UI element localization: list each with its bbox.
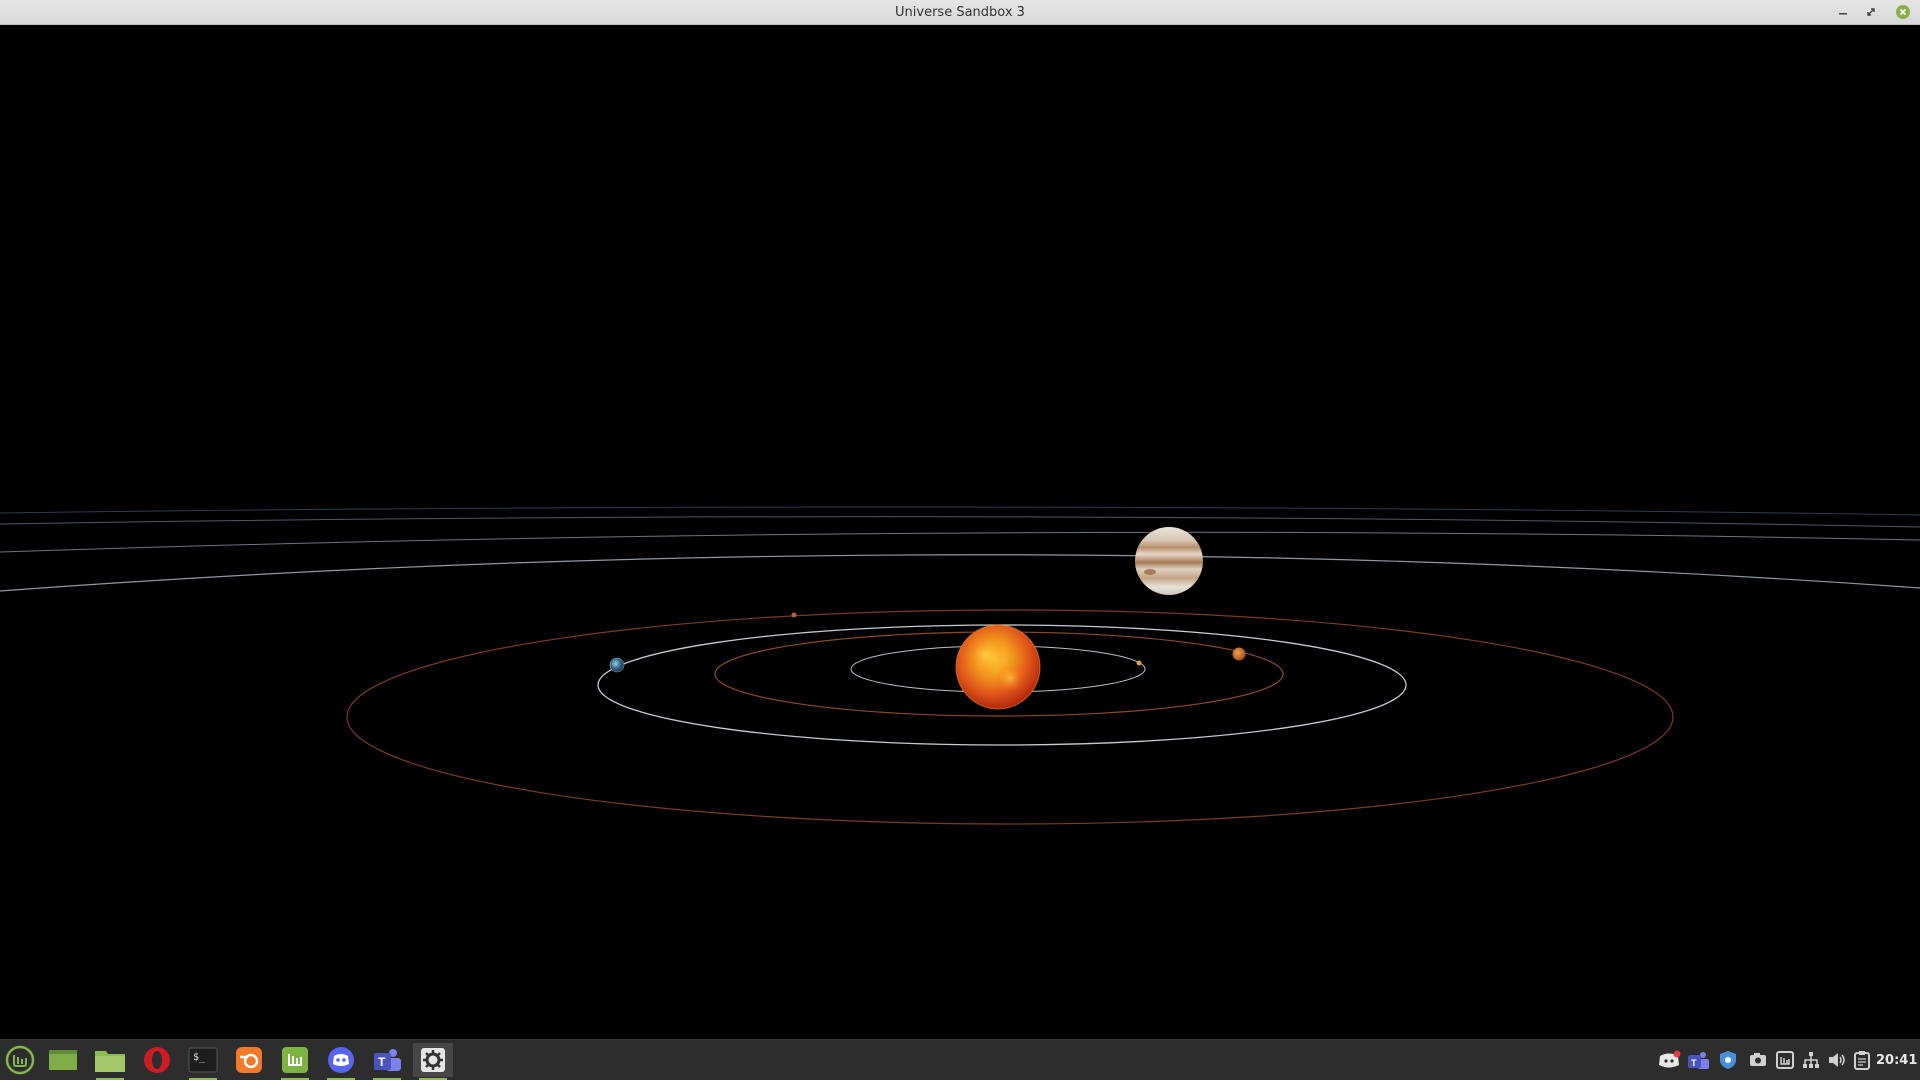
- jupiter[interactable]: [1135, 527, 1203, 595]
- mintupdate-icon: [282, 1047, 308, 1073]
- terminal-button[interactable]: $_: [183, 1043, 223, 1080]
- volume-tray-button[interactable]: [1827, 1050, 1847, 1070]
- taskbar: $_ T T 20:41: [0, 1039, 1920, 1080]
- asteroid[interactable]: [791, 612, 797, 618]
- svg-text:T: T: [378, 1055, 386, 1069]
- svg-text:$_: $_: [193, 1052, 206, 1063]
- clock[interactable]: 20:41: [1876, 1040, 1917, 1080]
- mint-menu-icon: [5, 1045, 35, 1075]
- clipboard-icon: [1854, 1051, 1870, 1070]
- mercury[interactable]: [1136, 660, 1142, 666]
- update-icon: [1776, 1051, 1794, 1069]
- screen: Universe Sandbox 3 $_ T T 20:41: [0, 0, 1920, 1080]
- screenshot-tray-button[interactable]: [1748, 1050, 1768, 1070]
- mintupdate-button[interactable]: [275, 1043, 315, 1080]
- discord-tray-icon: [1659, 1050, 1681, 1068]
- outer-orbits: [0, 506, 1920, 592]
- volume-icon: [1829, 1053, 1845, 1067]
- screenshot-icon: [1750, 1053, 1766, 1066]
- close-icon: [1896, 5, 1910, 19]
- opera-button[interactable]: [137, 1043, 177, 1077]
- teams-icon: T: [374, 1049, 401, 1071]
- earth[interactable]: [609, 657, 625, 673]
- window-title: Universe Sandbox 3: [895, 5, 1025, 20]
- show-desktop-icon: [49, 1050, 77, 1070]
- update-tray-button[interactable]: [1775, 1050, 1795, 1070]
- teams-tray-icon: T: [1688, 1052, 1709, 1069]
- clipboard-tray-button[interactable]: [1852, 1050, 1872, 1070]
- discord-button[interactable]: [321, 1043, 361, 1080]
- show-desktop-button[interactable]: [43, 1043, 83, 1077]
- network-tray-button[interactable]: [1801, 1050, 1821, 1070]
- teams-tray-button[interactable]: T: [1686, 1050, 1710, 1070]
- settings-icon: [421, 1048, 445, 1072]
- sun[interactable]: [955, 624, 1041, 710]
- universe-sandbox-button[interactable]: [413, 1043, 453, 1080]
- files-button[interactable]: [90, 1043, 130, 1080]
- shield-icon: [1720, 1051, 1736, 1069]
- minimize-button[interactable]: [1834, 3, 1852, 21]
- svg-text:T: T: [1691, 1058, 1697, 1068]
- teams-button[interactable]: T: [367, 1043, 407, 1080]
- title-bar[interactable]: Universe Sandbox 3: [0, 0, 1920, 25]
- mint-menu-button[interactable]: [0, 1043, 40, 1077]
- mars[interactable]: [1232, 647, 1246, 661]
- maximize-button[interactable]: [1862, 3, 1880, 21]
- network-icon: [1803, 1052, 1819, 1068]
- opera-icon: [144, 1047, 170, 1073]
- blender-icon: [236, 1047, 262, 1073]
- files-icon: [95, 1051, 125, 1072]
- close-button[interactable]: [1894, 3, 1912, 21]
- discord-tray-button[interactable]: [1657, 1050, 1681, 1070]
- shield-tray-button[interactable]: [1718, 1050, 1738, 1070]
- simulation-viewport[interactable]: [0, 25, 1920, 1039]
- maximize-icon: [1867, 8, 1875, 16]
- terminal-icon: $_: [188, 1047, 218, 1073]
- minimize-icon: [1839, 13, 1847, 15]
- blender-button[interactable]: [229, 1043, 269, 1077]
- discord-icon: [328, 1047, 354, 1073]
